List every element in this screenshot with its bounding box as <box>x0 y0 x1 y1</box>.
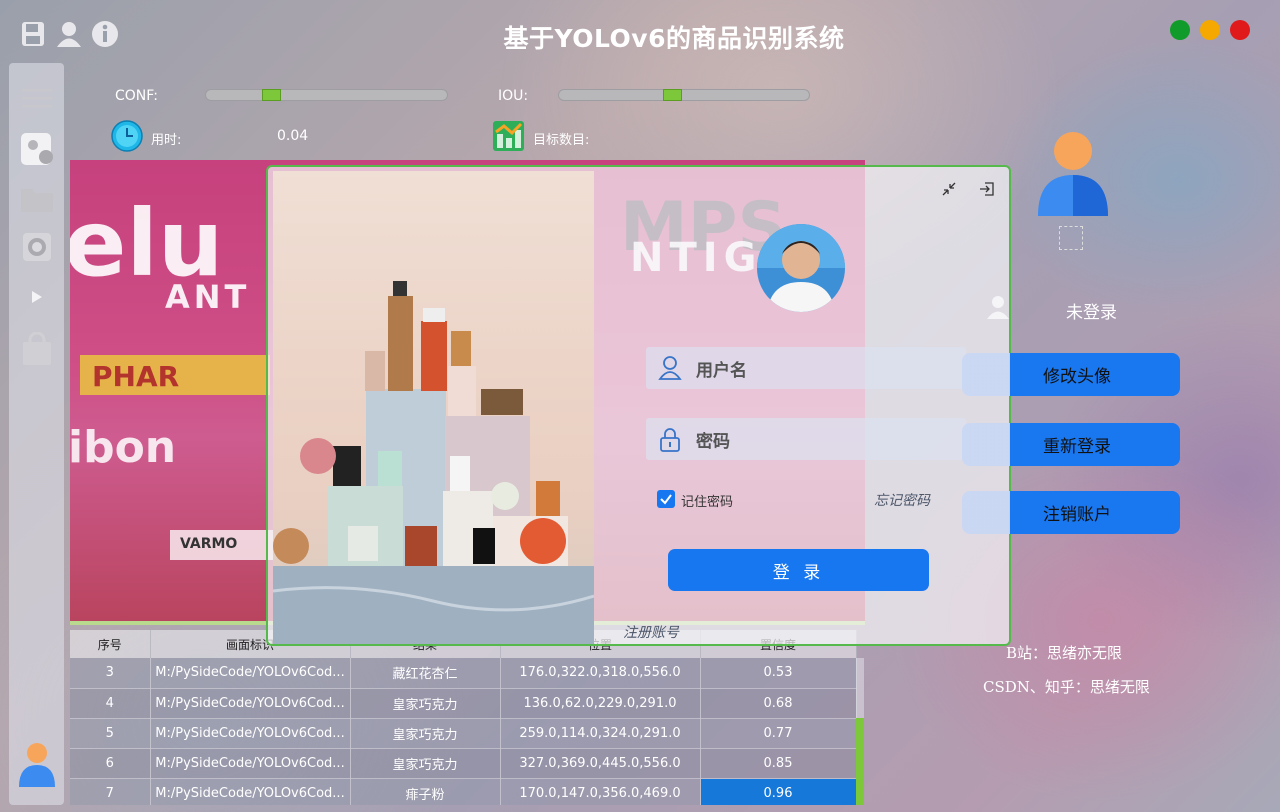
time-value: 0.04 <box>277 128 309 144</box>
table-row[interactable]: 6 M:/PySideCode/YOLOv6Cod... 皇家巧克力 327.0… <box>70 748 857 779</box>
register-link[interactable]: 注册账号 <box>623 622 679 642</box>
table-scrollbar[interactable] <box>856 658 864 805</box>
camera-icon[interactable] <box>9 227 64 267</box>
conf-slider-handle[interactable] <box>262 89 281 101</box>
cell-source[interactable]: M:/PySideCode/YOLOv6Cod... <box>150 748 351 779</box>
iou-slider[interactable] <box>558 89 810 101</box>
cell-source[interactable]: M:/PySideCode/YOLOv6Cod... <box>150 718 351 749</box>
avatar-icon[interactable] <box>9 740 64 790</box>
user-outline-icon <box>658 355 682 386</box>
logout-button[interactable]: 注销账户 <box>962 491 1180 534</box>
cell-source[interactable]: M:/PySideCode/YOLOv6Cod... <box>150 688 351 719</box>
clock-icon <box>111 120 143 152</box>
user-small-icon <box>986 294 1010 320</box>
app-title: 基于YOLOv6的商品识别系统 <box>503 24 845 53</box>
close-button[interactable] <box>1230 20 1250 40</box>
conf-label: CONF: <box>115 88 158 104</box>
sidebar <box>9 63 64 805</box>
menu-icon[interactable] <box>9 79 64 119</box>
cell-confidence-selected[interactable]: 0.96 <box>700 778 857 805</box>
exit-icon[interactable] <box>978 180 998 200</box>
remember-checkbox[interactable] <box>657 490 675 508</box>
table-row[interactable]: 3 M:/PySideCode/YOLOv6Cod... 藏红花杏仁 176.0… <box>70 658 857 689</box>
cell-result[interactable]: 皇家巧克力 <box>350 718 501 749</box>
login-status: 未登录 <box>1066 303 1117 323</box>
cell-source[interactable]: M:/PySideCode/YOLOv6Cod... <box>150 658 351 689</box>
cell-confidence[interactable]: 0.68 <box>700 688 857 719</box>
cell-result[interactable]: 皇家巧克力 <box>350 688 501 719</box>
username-placeholder: 用户名 <box>696 360 747 381</box>
maximize-button[interactable] <box>1170 20 1190 40</box>
play-icon[interactable] <box>9 277 64 317</box>
cell-index[interactable]: 6 <box>70 748 151 779</box>
relogin-button[interactable]: 重新登录 <box>962 423 1180 466</box>
cell-index[interactable]: 5 <box>70 718 151 749</box>
cell-index[interactable]: 3 <box>70 658 151 689</box>
cell-position[interactable]: 327.0,369.0,445.0,556.0 <box>500 748 701 779</box>
cosmetics-illustration <box>273 171 594 644</box>
table-scrollbar-thumb[interactable] <box>856 718 864 805</box>
results-table[interactable]: 序号 画面标识 结果 位置 置信度 3 M:/PySideCode/YOLOv6… <box>70 630 865 805</box>
credit-csdn: CSDN、知乎：思绪无限 <box>983 678 1150 696</box>
user-avatar-large[interactable] <box>1037 131 1109 217</box>
collapse-icon[interactable] <box>940 180 960 200</box>
time-label: 用时: <box>151 133 182 148</box>
username-input[interactable]: 用户名 <box>646 347 966 389</box>
cell-result[interactable]: 藏红花杏仁 <box>350 658 501 689</box>
login-dialog: 用户名 密码 记住密码 忘记密码 登 录 注册账号 <box>266 165 1011 646</box>
image-icon[interactable] <box>9 129 64 169</box>
table-row[interactable]: 7 M:/PySideCode/YOLOv6Cod... 痱子粉 170.0,1… <box>70 778 857 805</box>
iou-label: IOU: <box>498 88 529 104</box>
cell-confidence[interactable]: 0.85 <box>700 748 857 779</box>
change-avatar-button[interactable]: 修改头像 <box>962 353 1180 396</box>
credit-bilibili: B站：思绪亦无限 <box>1006 644 1123 662</box>
cell-confidence[interactable]: 0.77 <box>700 718 857 749</box>
col-header-index[interactable]: 序号 <box>70 630 151 658</box>
table-row[interactable]: 4 M:/PySideCode/YOLOv6Cod... 皇家巧克力 136.0… <box>70 688 857 719</box>
bag-icon[interactable] <box>9 329 64 369</box>
password-placeholder: 密码 <box>696 431 730 452</box>
cell-confidence[interactable]: 0.53 <box>700 658 857 689</box>
cell-position[interactable]: 170.0,147.0,356.0,469.0 <box>500 778 701 805</box>
cell-result[interactable]: 皇家巧克力 <box>350 748 501 779</box>
cell-index[interactable]: 4 <box>70 688 151 719</box>
password-input[interactable]: 密码 <box>646 418 966 460</box>
cell-index[interactable]: 7 <box>70 778 151 805</box>
cell-position[interactable]: 259.0,114.0,324.0,291.0 <box>500 718 701 749</box>
user-avatar[interactable] <box>757 224 845 312</box>
avatar-placeholder-box <box>1059 226 1083 250</box>
conf-slider[interactable] <box>205 89 448 101</box>
table-row[interactable]: 5 M:/PySideCode/YOLOv6Cod... 皇家巧克力 259.0… <box>70 718 857 749</box>
cell-result[interactable]: 痱子粉 <box>350 778 501 805</box>
chart-icon <box>492 120 525 152</box>
login-button[interactable]: 登 录 <box>668 549 929 591</box>
iou-slider-handle[interactable] <box>663 89 682 101</box>
cell-position[interactable]: 136.0,62.0,229.0,291.0 <box>500 688 701 719</box>
target-count-label: 目标数目: <box>533 133 590 148</box>
cell-source[interactable]: M:/PySideCode/YOLOv6Cod... <box>150 778 351 805</box>
folder-icon[interactable] <box>9 179 64 219</box>
minimize-button[interactable] <box>1200 20 1220 40</box>
remember-label[interactable]: 记住密码 <box>681 491 733 510</box>
cell-position[interactable]: 176.0,322.0,318.0,556.0 <box>500 658 701 689</box>
lock-icon <box>658 427 682 458</box>
forgot-password-link[interactable]: 忘记密码 <box>874 490 930 510</box>
